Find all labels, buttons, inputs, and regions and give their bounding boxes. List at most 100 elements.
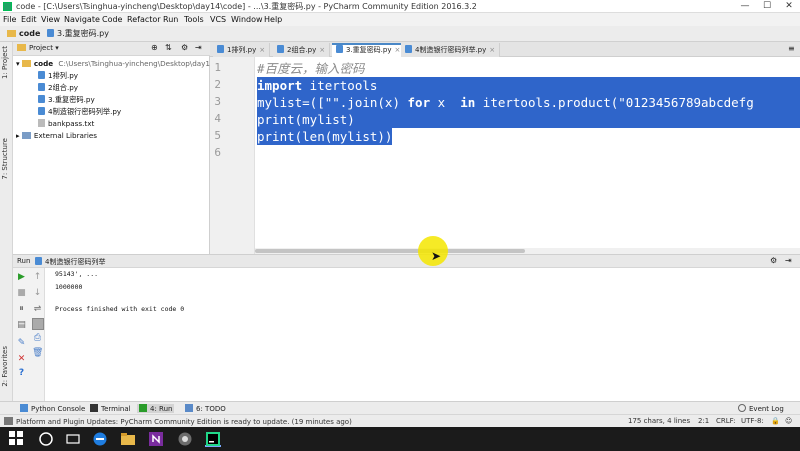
lock-icon[interactable]: 🔒 [771,417,780,425]
editor-tab-4[interactable]: 4制造银行密码列举.py × [401,43,501,57]
bottom-tool-tabs: Python Console Terminal 4: Run 6: TODO E… [0,401,800,414]
tabs-overflow-icon[interactable]: ≡ [788,44,795,53]
run-config-label: 4制造银行密码列举 [45,258,106,266]
editor-tab-3-active[interactable]: 3.重复密码.py × [332,43,406,57]
code-editor[interactable]: #百度云，输入密码 import itertools mylist=(["".j… [255,57,800,254]
pin-icon[interactable]: ✎ [16,338,27,349]
menu-file[interactable]: File [3,15,16,24]
line-number: 3 [214,95,221,108]
code-text: x [430,95,461,110]
tree-file-4[interactable]: 4制造银行密码列举.py [38,106,121,118]
scroll-up-icon[interactable]: ↑ [32,272,43,283]
rerun-icon[interactable]: ▶ [16,272,27,283]
tree-file-2[interactable]: 2组合.py [38,82,78,94]
menu-refactor[interactable]: Refactor [127,15,161,24]
tab-favorites-vertical[interactable]: 2: Favorites [1,346,12,387]
code-line-5: print(len(mylist)) [257,128,393,145]
breadcrumb-file[interactable]: 3.重复密码.py [44,28,112,40]
run-console-output[interactable]: 95143', ... 1000000 Process finished wit… [45,268,800,401]
code-text: itertools.product("0123456789abcdefg [475,95,754,110]
keyword-import: import [257,78,303,93]
tree-root-path: C:\Users\Tsinghua-yincheng\Desktop\day14 [58,59,215,68]
menu-view[interactable]: View [41,15,60,24]
minimize-button[interactable]: — [735,0,755,13]
maximize-button[interactable]: ☐ [757,0,777,13]
menu-navigate[interactable]: Navigate [64,15,100,24]
tab-project-vertical[interactable]: 1: Project [1,46,12,79]
editor-tab-1[interactable]: 1排列.py × [213,43,271,57]
hide-panel-icon[interactable]: ⇥ [785,256,792,265]
todo-icon [185,404,193,412]
close-button[interactable]: ✕ [779,0,799,13]
scroll-down-icon[interactable]: ↓ [32,288,43,299]
project-panel: Project ▾ ⊕ ⇅ ⚙ ⇥ ▾ code C:\Users\Tsingh… [13,42,215,254]
tab-event-log[interactable]: Event Log [738,404,784,413]
run-config-tab[interactable]: 4制造银行密码列举 [35,257,105,267]
edge-browser-icon[interactable] [92,431,108,447]
menu-run[interactable]: Run [163,15,178,24]
file-explorer-icon[interactable] [120,431,136,447]
windows-start-icon[interactable] [9,431,25,447]
keyword-in: in [460,95,476,110]
library-icon [21,132,31,139]
stop-icon[interactable]: ■ [16,288,27,299]
menu-window[interactable]: Window [231,15,263,24]
text-file-icon [38,119,45,127]
tree-file-label: bankpass.txt [48,119,95,128]
menu-tools[interactable]: Tools [184,15,204,24]
tab-run[interactable]: 4: Run [137,404,175,413]
status-caret-position[interactable]: 2:1 [698,417,709,425]
chat-app-icon[interactable] [177,431,193,447]
tab-todo[interactable]: 6: TODO [185,404,226,413]
menu-help[interactable]: Help [264,15,282,24]
hide-panel-icon[interactable]: ⇥ [195,43,202,52]
task-view-icon[interactable] [65,431,81,447]
close-tab-icon[interactable]: × [319,46,325,54]
scroll-to-end-icon[interactable] [32,318,44,330]
project-view-label: Project [29,44,53,52]
settings-gear-icon[interactable]: ⚙ [770,256,777,265]
menu-vcs[interactable]: VCS [210,15,226,24]
python-file-icon [277,45,284,53]
help-icon[interactable]: ? [16,368,27,379]
dump-threads-icon[interactable]: ▤ [16,320,27,331]
inspector-icon[interactable]: ☺ [785,417,792,425]
tree-file-1[interactable]: 1排列.py [38,70,78,82]
tree-file-3[interactable]: 3.重复密码.py [38,94,95,106]
status-line-separator[interactable]: CRLF: [716,417,736,425]
sync-icon[interactable]: ⊕ [151,43,158,52]
breadcrumb-file-label: 3.重复密码.py [57,29,109,38]
print-icon[interactable]: ⎙ [32,333,43,344]
run-icon [139,404,147,412]
tab-run-label: 4: Run [150,405,173,413]
tree-file-5[interactable]: bankpass.txt [38,118,94,130]
settings-gear-icon[interactable]: ⚙ [181,43,188,52]
clear-all-icon[interactable]: 🗑 [32,348,43,359]
pause-icon[interactable]: ⏸ [16,304,27,315]
tree-root-code[interactable]: ▾ code C:\Users\Tsinghua-yincheng\Deskto… [16,58,215,70]
breadcrumb-project[interactable]: code [4,28,43,40]
collapse-all-icon[interactable]: ⇅ [165,43,172,52]
onenote-icon[interactable] [148,431,164,447]
cortana-icon[interactable] [38,431,54,447]
status-encoding[interactable]: UTF-8: [741,417,764,425]
close-tab-icon[interactable]: × [395,46,401,54]
soft-wrap-icon[interactable]: ⇌ [32,304,43,315]
menu-edit[interactable]: Edit [21,15,37,24]
editor-tab-label: 2组合.py [287,46,317,54]
tab-structure-vertical[interactable]: 7: Structure [1,138,12,180]
close-tab-icon[interactable]: × [259,46,265,54]
editor-tab-2[interactable]: 2组合.py × [273,43,331,57]
terminal-icon [90,404,98,412]
menu-code[interactable]: Code [102,15,122,24]
scrollbar-thumb[interactable] [255,249,525,253]
pycharm-taskbar-icon[interactable] [205,431,221,447]
project-view-dropdown[interactable]: Project ▾ [17,44,59,52]
status-message[interactable]: Platform and Plugin Updates: PyCharm Com… [4,417,352,426]
tree-external-libraries[interactable]: ▸ External Libraries [16,130,97,142]
tab-python-console[interactable]: Python Console [20,404,85,413]
tab-terminal[interactable]: Terminal [90,404,131,413]
close-run-icon[interactable]: ✕ [16,354,27,365]
run-toolbar: ▶ ↑ ■ ↓ ⏸ ⇌ ▤ ⎙ ✎ 🗑 ✕ ? [13,268,45,401]
close-tab-icon[interactable]: × [489,46,495,54]
